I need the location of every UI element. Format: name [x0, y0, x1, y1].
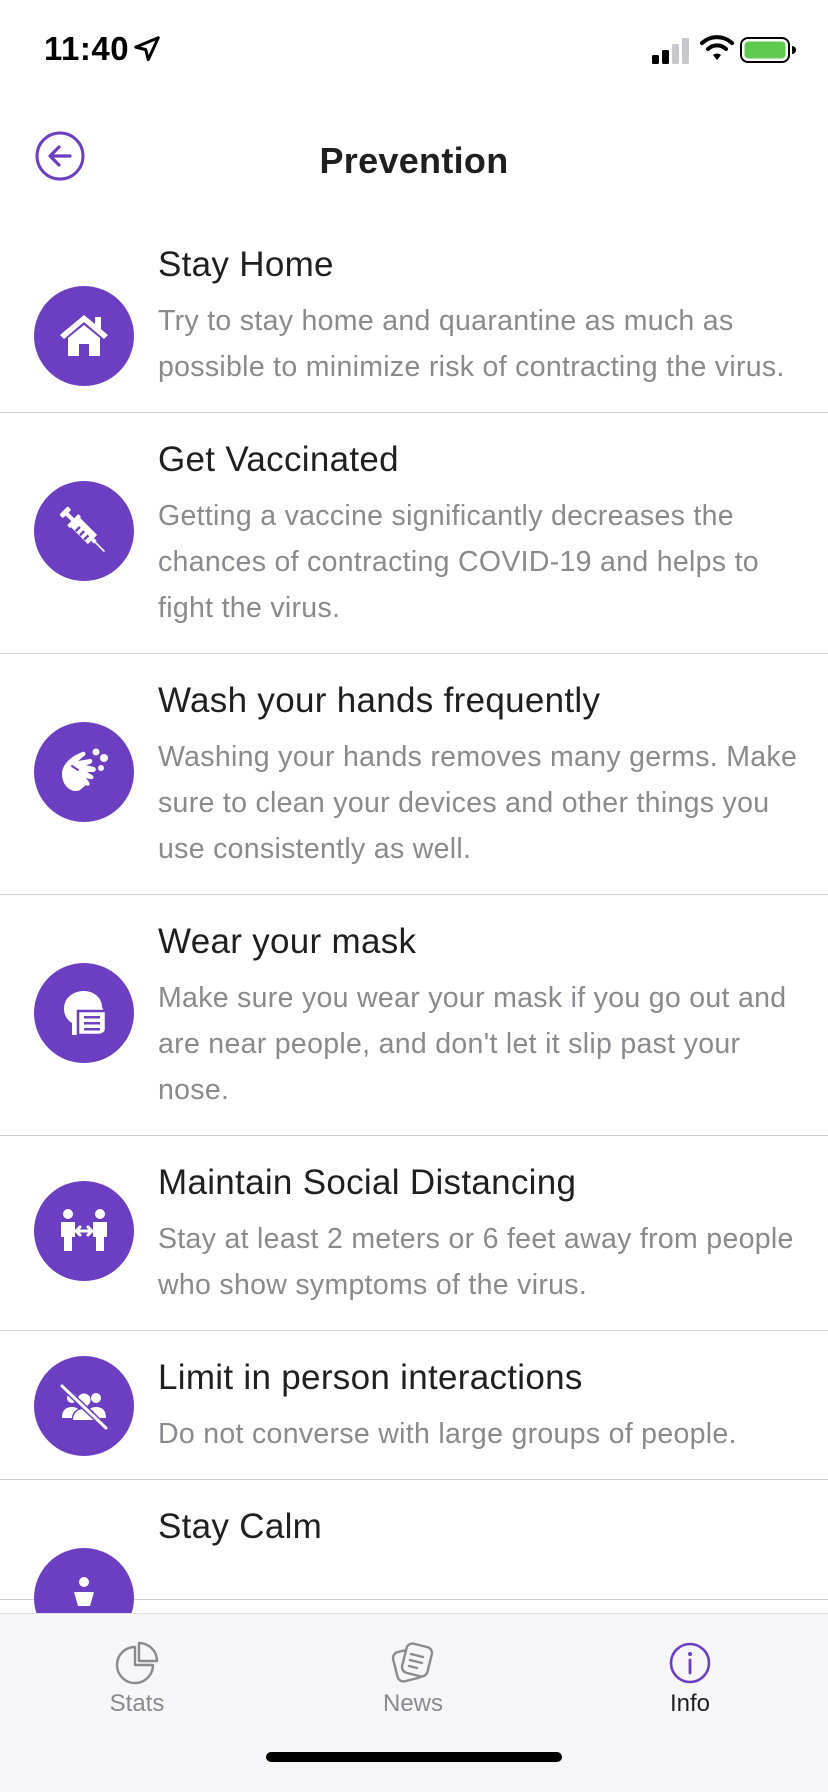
item-title: Limit in person interactions: [158, 1358, 583, 1397]
list-item-social-distancing[interactable]: Maintain Social Distancing Stay at least…: [0, 1136, 828, 1331]
tab-stats[interactable]: Stats: [57, 1626, 217, 1726]
status-bar: 11:40: [0, 0, 828, 100]
item-title: Stay Home: [158, 245, 334, 284]
item-description: Getting a vaccine significantly decrease…: [158, 500, 759, 624]
users-slash-icon: [34, 1356, 134, 1456]
house-icon: [34, 286, 134, 386]
item-description: Do not converse with large groups of peo…: [158, 1418, 737, 1450]
news-icon: [391, 1642, 434, 1683]
calm-icon: [34, 1548, 134, 1613]
home-indicator: [266, 1752, 562, 1762]
item-description: Make sure you wear your mask if you go o…: [158, 982, 787, 1106]
tab-label: Stats: [109, 1690, 165, 1717]
tab-label: News: [382, 1690, 443, 1717]
hands-wash-icon: [34, 722, 134, 822]
list-item-wash-hands[interactable]: Wash your hands frequently Washing your …: [0, 654, 828, 895]
item-title: Wash your hands frequently: [158, 681, 601, 720]
list-item-stay-calm[interactable]: Stay Calm: [0, 1480, 828, 1613]
item-description: Try to stay home and quarantine as much …: [158, 305, 785, 383]
item-title: Get Vaccinated: [158, 440, 399, 479]
cellular-signal-icon: [652, 38, 689, 64]
tab-info[interactable]: Info: [610, 1626, 770, 1726]
syringe-icon: [34, 481, 134, 581]
battery-icon: [740, 37, 796, 63]
list-item-limit-interactions[interactable]: Limit in person interactions Do not conv…: [0, 1331, 828, 1480]
page-title: Prevention: [319, 140, 509, 181]
item-description: Stay at least 2 meters or 6 feet away fr…: [158, 1223, 794, 1301]
wifi-icon: [700, 35, 734, 60]
item-title: Maintain Social Distancing: [158, 1163, 577, 1202]
item-description: Washing your hands removes many germs. M…: [158, 741, 798, 865]
pie-chart-icon: [115, 1641, 159, 1685]
location-arrow-icon: [134, 36, 160, 62]
list-item-get-vaccinated[interactable]: Get Vaccinated Getting a vaccine signifi…: [0, 413, 828, 654]
people-distance-icon: [34, 1181, 134, 1281]
head-mask-icon: [34, 963, 134, 1063]
list-item-wear-mask[interactable]: Wear your mask Make sure you wear your m…: [0, 895, 828, 1136]
tab-news[interactable]: News: [333, 1626, 493, 1726]
tab-label: Info: [669, 1690, 711, 1717]
item-title: Stay Calm: [158, 1507, 323, 1546]
item-title: Wear your mask: [158, 922, 417, 961]
list-item-stay-home[interactable]: Stay Home Try to stay home and quarantin…: [0, 218, 828, 413]
status-time: 11:40: [44, 30, 130, 67]
info-circle-icon: [669, 1642, 711, 1684]
tab-bar: Stats News Info: [0, 1613, 828, 1792]
nav-bar: Prevention: [0, 120, 828, 200]
prevention-list: Stay Home Try to stay home and quarantin…: [0, 218, 828, 1613]
